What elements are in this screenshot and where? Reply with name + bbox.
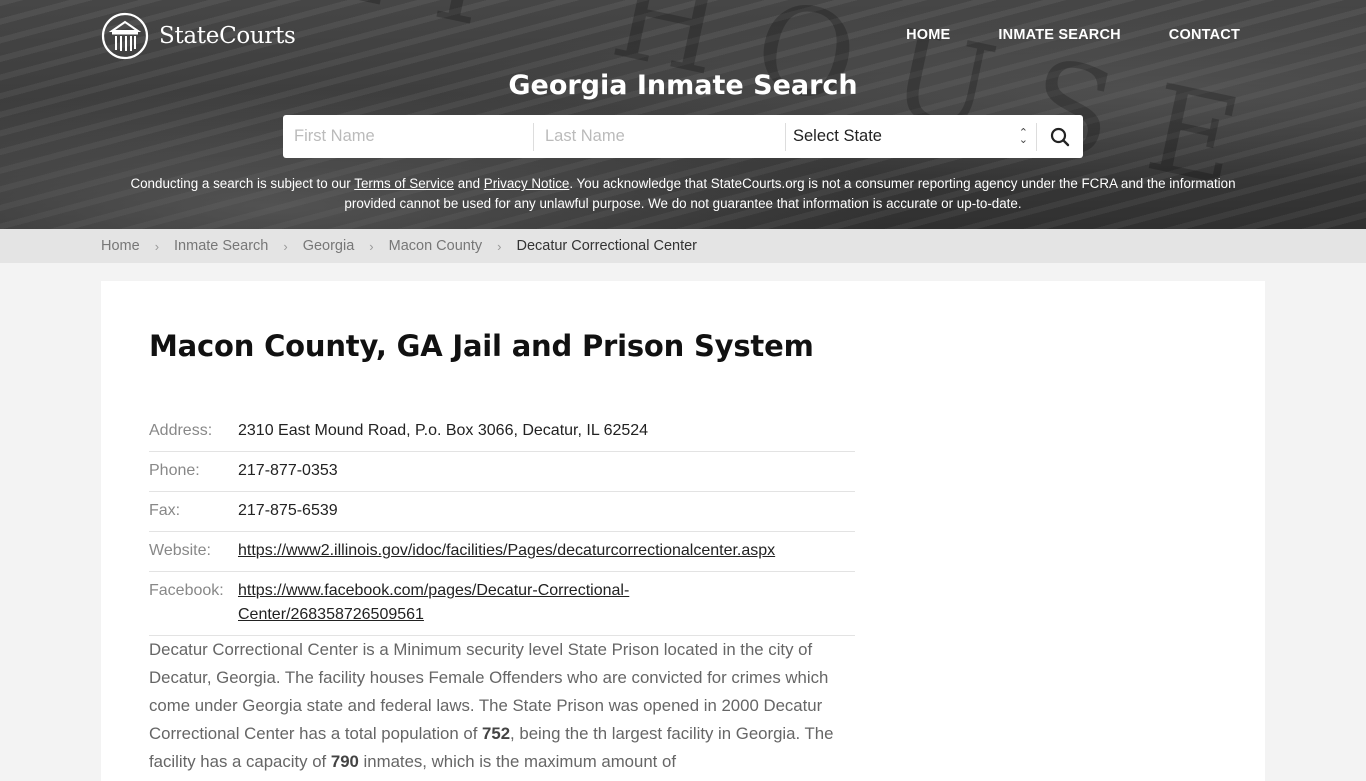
fax-value: 217-875-6539: [238, 502, 338, 519]
first-name-input[interactable]: [283, 115, 533, 158]
chevron-right-icon: ›: [283, 238, 288, 254]
breadcrumb-home[interactable]: Home: [101, 238, 140, 254]
content-card: Macon County, GA Jail and Prison System …: [101, 281, 1265, 781]
hero-banner: RT HOUSE StateCourts HOME INMATE SEARCH …: [0, 0, 1366, 229]
logo[interactable]: StateCourts: [101, 12, 296, 60]
disclaimer-text: and: [453, 176, 484, 191]
hero-title: Georgia Inmate Search: [508, 70, 858, 101]
breadcrumb-inmate-search[interactable]: Inmate Search: [174, 238, 268, 254]
nav-contact[interactable]: CONTACT: [1169, 27, 1240, 43]
courthouse-logo-icon: [101, 12, 149, 60]
fax-label: Fax:: [149, 502, 181, 519]
search-bar: Select State ⌃⌄: [283, 115, 1083, 158]
page-title: Macon County, GA Jail and Prison System: [149, 329, 814, 363]
breadcrumb: Home › Inmate Search › Georgia › Macon C…: [0, 229, 1366, 263]
terms-of-service-link[interactable]: Terms of Service: [354, 176, 454, 191]
facility-description: Decatur Correctional Center is a Minimum…: [149, 636, 855, 776]
search-disclaimer: Conducting a search is subject to our Te…: [120, 174, 1246, 214]
population-value: 752: [482, 724, 511, 743]
search-button[interactable]: [1037, 115, 1083, 158]
facebook-link[interactable]: https://www.facebook.com/pages/Decatur-C…: [238, 582, 629, 623]
disclaimer-text: Conducting a search is subject to our: [130, 176, 355, 191]
breadcrumb-georgia[interactable]: Georgia: [303, 238, 355, 254]
website-label: Website:: [149, 542, 211, 559]
address-label: Address:: [149, 422, 213, 439]
facebook-label: Facebook:: [149, 582, 224, 599]
chevron-right-icon: ›: [369, 238, 374, 254]
address-value: 2310 East Mound Road, P.o. Box 3066, Dec…: [238, 422, 649, 439]
select-arrows-icon: ⌃ ⌄: [1018, 126, 1028, 146]
info-row-website: Website: https://www2.illinois.gov/idoc/…: [149, 532, 855, 572]
info-row-fax: Fax: 217-875-6539: [149, 492, 855, 532]
logo-text: StateCourts: [159, 23, 296, 49]
breadcrumb-macon-county[interactable]: Macon County: [389, 238, 483, 254]
chevron-right-icon: ›: [497, 238, 502, 254]
nav-inmate-search[interactable]: INMATE SEARCH: [998, 27, 1120, 43]
phone-value: 217-877-0353: [238, 462, 338, 479]
search-icon: [1050, 127, 1070, 146]
info-row-phone: Phone: 217-877-0353: [149, 452, 855, 492]
last-name-input[interactable]: [534, 115, 785, 158]
main-nav: HOME INMATE SEARCH CONTACT: [906, 27, 1240, 43]
chevron-right-icon: ›: [154, 238, 160, 254]
website-link[interactable]: https://www2.illinois.gov/idoc/facilitie…: [238, 542, 775, 559]
facility-info-table: Address: 2310 East Mound Road, P.o. Box …: [149, 412, 855, 636]
state-select[interactable]: Select State ⌃ ⌄: [786, 115, 1036, 158]
info-row-address: Address: 2310 East Mound Road, P.o. Box …: [149, 412, 855, 452]
phone-label: Phone:: [149, 462, 200, 479]
info-row-facebook: Facebook: https://www.facebook.com/pages…: [149, 572, 855, 636]
capacity-value: 790: [330, 752, 359, 771]
privacy-notice-link[interactable]: Privacy Notice: [484, 176, 570, 191]
description-text: inmates, which is the maximum amount of: [358, 752, 676, 771]
breadcrumb-current: Decatur Correctional Center: [516, 238, 697, 254]
state-select-value: Select State: [793, 127, 882, 145]
nav-home[interactable]: HOME: [906, 27, 950, 43]
